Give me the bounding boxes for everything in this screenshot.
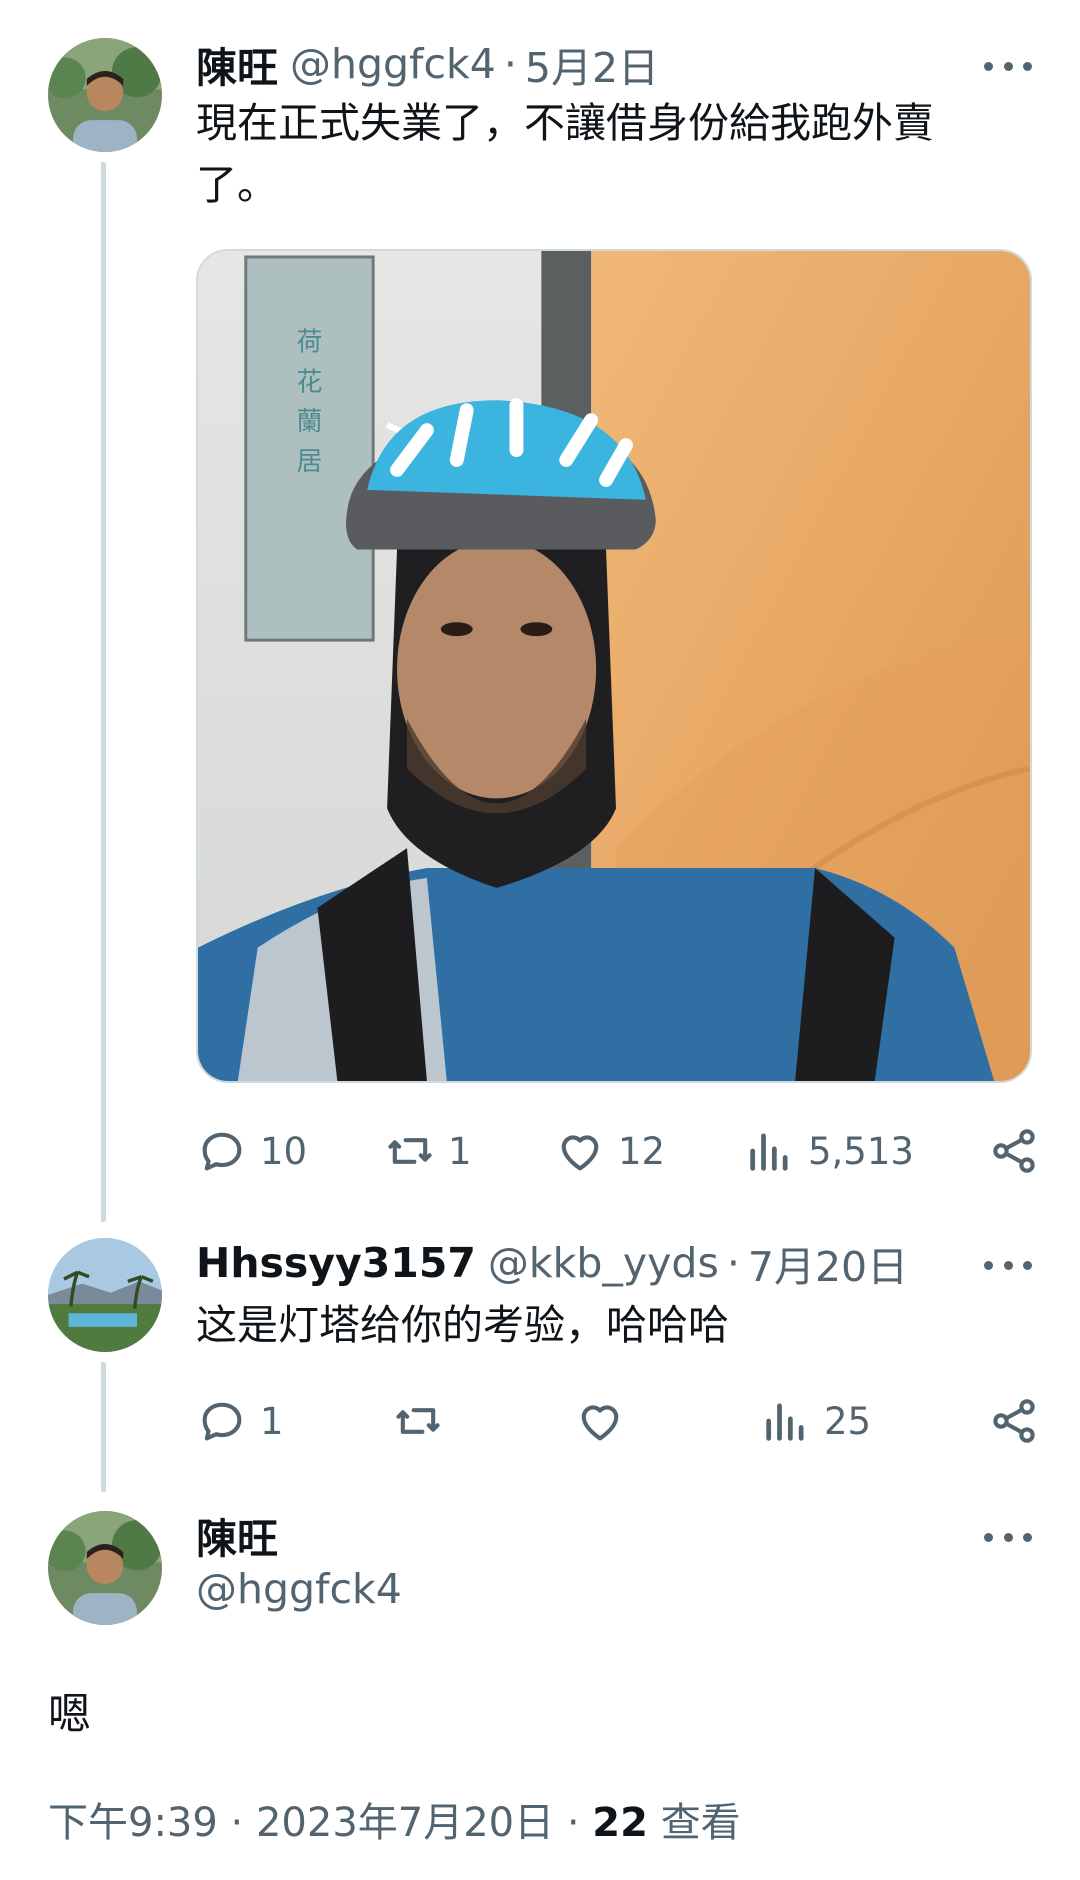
reply-count: 1 [260, 1399, 284, 1443]
tweet-3-header: 陳旺 [196, 1505, 278, 1565]
more-options-button[interactable] [984, 50, 1032, 82]
user-handle[interactable]: @kkb_yyds [488, 1239, 719, 1287]
tweet-date[interactable]: 5月2日 [525, 34, 659, 94]
thread-line-2 [101, 1362, 106, 1492]
display-name[interactable]: Hhssyy3157 [196, 1239, 476, 1287]
tweet-1-actions: 10 1 12 5,513 [196, 1121, 1040, 1181]
tweet-text: 嗯 [48, 1690, 91, 1740]
avatar[interactable] [48, 1511, 162, 1625]
share-button[interactable] [988, 1121, 1040, 1181]
more-options-button[interactable] [984, 1521, 1032, 1553]
more-icon [984, 1532, 993, 1542]
user-handle[interactable]: @hggfck4 [290, 40, 496, 88]
reply-button[interactable]: 10 [196, 1121, 307, 1181]
tweet-2-header: Hhssyy3157 @kkb_yyds · 7月20日 [196, 1233, 908, 1293]
svg-text:居: 居 [297, 447, 323, 477]
view-label: 查看 [660, 1800, 741, 1846]
more-icon [984, 61, 993, 71]
retweet-count: 1 [448, 1129, 472, 1173]
avatar[interactable] [48, 38, 162, 152]
like-button[interactable] [574, 1391, 626, 1451]
svg-text:花: 花 [297, 367, 323, 397]
share-icon [993, 1399, 1035, 1443]
view-count: 25 [824, 1399, 872, 1443]
reply-count: 10 [260, 1129, 308, 1173]
svg-text:荷: 荷 [297, 328, 323, 358]
like-icon [581, 1405, 619, 1441]
thread-line-1 [101, 162, 106, 1222]
separator-dot: · [566, 1800, 580, 1846]
separator-dot: · [503, 40, 517, 88]
selfie-image: 荷 花 蘭 居 [198, 251, 1030, 1081]
reply-button[interactable]: 1 [196, 1391, 284, 1451]
tweet-date[interactable]: 2023年7月20日 [256, 1800, 554, 1846]
display-name[interactable]: 陳旺 [196, 1505, 278, 1565]
tweet-2-actions: 1 25 [196, 1391, 1040, 1451]
svg-text:蘭: 蘭 [297, 407, 323, 437]
view-count: 5,513 [808, 1129, 914, 1173]
retweet-icon [388, 1138, 432, 1164]
tweet-1-header: 陳旺 @hggfck4 · 5月2日 [196, 34, 659, 94]
display-name[interactable]: 陳旺 [196, 34, 278, 94]
tweet-photo[interactable]: 荷 花 蘭 居 [196, 249, 1032, 1083]
views-button[interactable]: 5,513 [744, 1121, 914, 1181]
retweet-button[interactable] [392, 1391, 444, 1451]
more-options-button[interactable] [984, 1249, 1032, 1281]
reply-icon [202, 1402, 242, 1441]
tweet-meta: 下午9:39 · 2023年7月20日 · 22 查看 [48, 1790, 741, 1848]
retweet-icon [396, 1408, 440, 1434]
views-button[interactable]: 25 [760, 1391, 871, 1451]
views-icon [766, 1403, 804, 1441]
like-icon [561, 1135, 599, 1171]
view-count: 22 [592, 1800, 648, 1846]
tweet-text: 这是灯塔给你的考验，哈哈哈 [196, 1301, 729, 1349]
share-button[interactable] [988, 1391, 1040, 1451]
like-count: 12 [618, 1129, 666, 1173]
tweet-time[interactable]: 下午9:39 [48, 1800, 218, 1846]
tweet-text: 現在正式失業了，不讓借身份給我跑外賣了。 [196, 99, 934, 209]
avatar[interactable] [48, 1238, 162, 1352]
like-button[interactable]: 12 [554, 1121, 665, 1181]
reply-icon [202, 1132, 242, 1171]
tweet-date[interactable]: 7月20日 [748, 1233, 908, 1293]
separator-dot: · [726, 1239, 740, 1287]
separator-dot: · [230, 1800, 244, 1846]
share-icon [993, 1129, 1035, 1173]
views-icon [750, 1133, 788, 1171]
more-icon [984, 1260, 993, 1270]
user-handle[interactable]: @hggfck4 [196, 1565, 402, 1613]
retweet-button[interactable]: 1 [384, 1121, 472, 1181]
